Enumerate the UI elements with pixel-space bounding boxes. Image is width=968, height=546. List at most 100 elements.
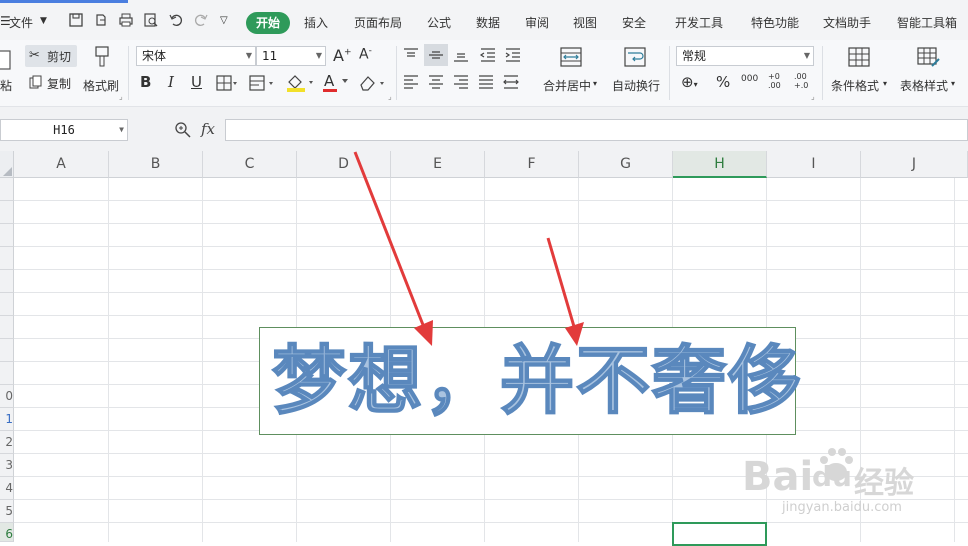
clear-icon[interactable]	[358, 74, 386, 92]
insert-function-button[interactable]: fx	[201, 120, 215, 138]
decrease-font-icon[interactable]: A-	[359, 46, 372, 63]
undo-icon[interactable]	[168, 12, 184, 28]
row-header[interactable]	[0, 362, 14, 385]
row-header[interactable]	[0, 247, 14, 270]
tab-developer[interactable]: 开发工具	[675, 14, 723, 31]
align-right-icon[interactable]	[452, 74, 470, 90]
row-header[interactable]: 0	[0, 385, 14, 408]
column-header-b[interactable]: B	[109, 151, 203, 178]
row-header-selected[interactable]: 6	[0, 523, 14, 542]
tab-review[interactable]: 审阅	[525, 14, 549, 31]
redo-icon[interactable]	[193, 12, 209, 28]
group-launcher-icon[interactable]: ⌟	[388, 92, 392, 101]
cut-button[interactable]: ✂ 剪切	[25, 45, 77, 67]
title-accent-bar	[0, 0, 128, 3]
paste-icon[interactable]	[0, 48, 12, 70]
justify-icon[interactable]	[477, 74, 495, 90]
print-preview-icon[interactable]	[143, 12, 159, 28]
merge-center-button[interactable]: 合并居中 ▾	[540, 44, 602, 98]
decrease-decimal-button[interactable]: .00 +.0	[794, 72, 812, 90]
thousands-separator-button[interactable]: 000	[741, 74, 758, 84]
row-header[interactable]	[0, 293, 14, 316]
watermark-brand: Bai	[742, 454, 814, 500]
save-icon[interactable]	[68, 12, 84, 28]
file-menu[interactable]: 文件	[9, 14, 33, 31]
scissors-icon: ✂	[29, 48, 40, 63]
column-header-i[interactable]: I	[767, 151, 861, 178]
row-header[interactable]	[0, 316, 14, 339]
align-center-icon[interactable]	[427, 74, 445, 90]
tab-doc-assistant[interactable]: 文档助手	[823, 14, 871, 31]
row-header[interactable]	[0, 224, 14, 247]
row-header[interactable]: 4	[0, 477, 14, 500]
align-middle-button[interactable]	[424, 44, 448, 66]
column-header-j[interactable]: J	[861, 151, 968, 178]
currency-icon[interactable]: ⊕▾	[681, 73, 698, 91]
increase-decimal-button[interactable]: +0 .00	[768, 72, 786, 90]
align-left-icon[interactable]	[402, 74, 420, 90]
red-arrowhead-right	[565, 322, 584, 346]
chevron-down-icon: ▾	[593, 79, 598, 88]
bold-button[interactable]: B	[140, 73, 151, 91]
italic-button[interactable]: I	[168, 73, 174, 91]
tab-smart-toolbox[interactable]: 智能工具箱	[897, 14, 957, 31]
font-size-select[interactable]: 11 ▼	[256, 46, 326, 66]
file-dropdown-icon[interactable]: ▼	[40, 16, 47, 26]
tab-start[interactable]: 开始	[246, 12, 290, 34]
conditional-format-button[interactable]: 条件格式 ▾	[828, 44, 892, 98]
row-header[interactable]: 3	[0, 454, 14, 477]
formula-input[interactable]	[225, 119, 968, 141]
fill-color-icon[interactable]	[285, 73, 317, 93]
underline-button[interactable]: U	[191, 73, 202, 91]
wrap-text-button[interactable]: 自动换行	[608, 44, 664, 98]
row-header[interactable]: 1	[0, 408, 14, 431]
tab-special-features[interactable]: 特色功能	[751, 14, 799, 31]
customize-qa-icon[interactable]: ▽	[220, 15, 228, 26]
active-cell-h16[interactable]	[672, 522, 767, 546]
tab-formulas[interactable]: 公式	[427, 14, 451, 31]
row-header[interactable]	[0, 201, 14, 224]
font-color-letter: A	[324, 72, 335, 90]
fill-pattern-icon[interactable]	[249, 75, 275, 91]
align-top-icon[interactable]	[402, 47, 420, 63]
row-header[interactable]	[0, 178, 14, 201]
align-bottom-icon[interactable]	[452, 47, 470, 63]
zoom-formula-icon[interactable]	[174, 121, 192, 139]
font-size-value: 11	[262, 49, 278, 63]
column-header-c[interactable]: C	[203, 151, 297, 178]
name-box[interactable]: H16 ▼	[0, 119, 128, 141]
select-all-corner[interactable]	[0, 151, 14, 178]
increase-font-icon[interactable]: A+	[333, 46, 352, 65]
font-name-select[interactable]: 宋体 ▼	[136, 46, 256, 66]
increase-indent-icon[interactable]	[504, 47, 522, 63]
tab-page-layout[interactable]: 页面布局	[354, 14, 402, 31]
row-header[interactable]: 5	[0, 500, 14, 523]
tab-view[interactable]: 视图	[573, 14, 597, 31]
menu-bar: ☰ 文件 ▼ ▽ 开始 插入 页面布局 公式 数据 审阅 视图 安全 开发工具 …	[0, 0, 968, 40]
select-all-triangle-icon	[3, 167, 12, 176]
number-format-value: 常规	[682, 49, 707, 63]
distributed-align-icon[interactable]	[502, 74, 520, 90]
table-style-button[interactable]: 表格样式 ▾	[897, 44, 963, 98]
tab-data[interactable]: 数据	[476, 14, 500, 31]
tab-insert[interactable]: 插入	[304, 14, 328, 31]
percent-button[interactable]: %	[716, 73, 730, 91]
row-header[interactable]	[0, 339, 14, 362]
number-format-select[interactable]: 常规 ▼	[676, 46, 814, 66]
print-icon[interactable]	[118, 12, 134, 28]
copy-button[interactable]: 复制	[25, 72, 77, 94]
paste-label[interactable]: 粘	[0, 77, 12, 94]
decrease-indent-icon[interactable]	[479, 47, 497, 63]
export-icon[interactable]	[93, 12, 109, 28]
merge-cells-icon	[560, 47, 582, 67]
ribbon-separator	[669, 46, 670, 100]
row-header[interactable]: 2	[0, 431, 14, 454]
tab-security[interactable]: 安全	[622, 14, 646, 31]
format-painter-button[interactable]: 格式刷	[82, 44, 122, 96]
font-color-button[interactable]: A	[322, 72, 352, 94]
column-header-a[interactable]: A	[14, 151, 109, 178]
column-header-h[interactable]: H	[673, 151, 767, 178]
group-launcher-icon[interactable]: ⌟	[811, 92, 815, 101]
row-header[interactable]	[0, 270, 14, 293]
borders-icon[interactable]	[216, 75, 238, 91]
